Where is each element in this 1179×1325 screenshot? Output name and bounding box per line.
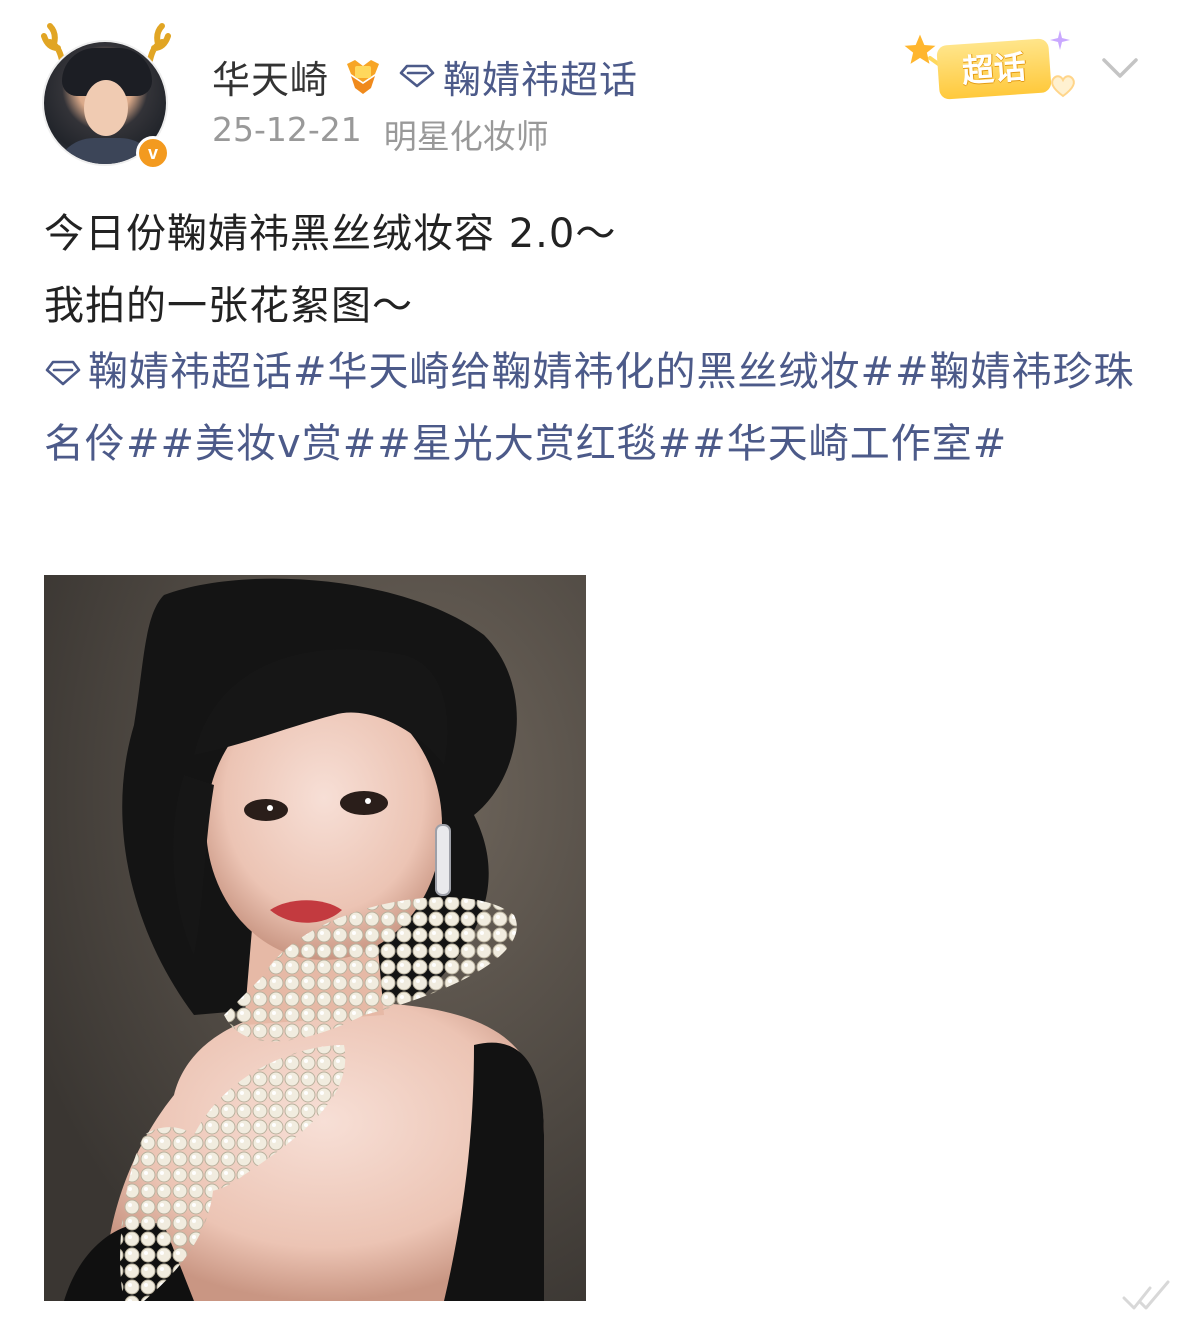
heart-outline-icon (1051, 75, 1075, 98)
hashtag-link[interactable]: #美妆v赏# (161, 421, 378, 467)
post-text-line: 我拍的一张花絮图～ (44, 283, 413, 329)
hashtag-link[interactable]: #华天崎给鞠婧祎化的黑丝绒妆# (293, 349, 895, 395)
fan-level-badge-icon (347, 60, 380, 94)
post-image[interactable] (44, 575, 586, 1301)
avatar-face (84, 80, 128, 136)
hashtag-link[interactable]: 鞠婧祎超话 (88, 349, 293, 395)
avatar[interactable]: v (40, 22, 172, 172)
post-header: v 华天崎 鞠婧祎超话 25-12-21 明星化妆师 超话 (0, 0, 1179, 180)
post-meta: 25-12-21 明星化妆师 (212, 110, 549, 158)
hashtag-link[interactable]: #华天崎工作室# (692, 421, 1007, 467)
post-source[interactable]: 明星化妆师 (384, 110, 549, 158)
verified-badge-icon: v (136, 136, 170, 170)
supertopic-tag[interactable]: 超话 (900, 26, 1080, 102)
hashtag-block: 鞠婧祎超话#华天崎给鞠婧祎化的黑丝绒妆##鞠婧祎珍珠名伶##美妆v赏##星光大赏… (44, 336, 1144, 480)
post-text: 今日份鞠婧祎黑丝绒妆容 2.0～ 我拍的一张花絮图～ (44, 198, 1144, 342)
username[interactable]: 华天崎 (212, 49, 329, 104)
diamond-icon (399, 64, 435, 88)
sparkle-icon (1050, 30, 1070, 50)
image-watermark-icon (1122, 1280, 1170, 1310)
supertopic-label: 超话 (936, 38, 1052, 100)
portrait-photo (44, 575, 586, 1301)
user-row: 华天崎 鞠婧祎超话 (212, 48, 638, 104)
diamond-icon (45, 360, 81, 386)
post-text-line: 今日份鞠婧祎黑丝绒妆容 2.0～ (44, 211, 617, 257)
hashtag-link[interactable]: #星光大赏红毯# (377, 421, 692, 467)
post-date: 25-12-21 (212, 110, 362, 149)
topic-label: 鞠婧祎超话 (443, 57, 639, 102)
topic-link[interactable]: 鞠婧祎超话 (399, 49, 638, 104)
chevron-down-icon[interactable] (1098, 50, 1142, 86)
